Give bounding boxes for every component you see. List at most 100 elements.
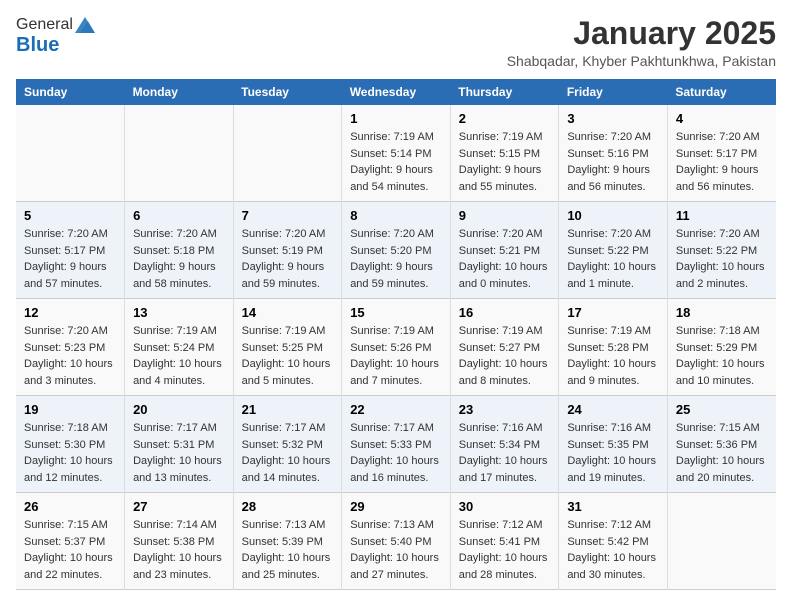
day-info-line: Sunrise: 7:20 AM [459,228,543,240]
day-info: Sunrise: 7:20 AMSunset: 5:20 PMDaylight:… [350,226,442,292]
day-header-saturday: Saturday [667,79,776,105]
day-header-sunday: Sunday [16,79,125,105]
week-row-5: 26Sunrise: 7:15 AMSunset: 5:37 PMDayligh… [16,493,776,590]
day-info-line: Sunrise: 7:20 AM [676,228,760,240]
day-info-line: Sunrise: 7:17 AM [350,422,434,434]
calendar-cell [233,105,342,202]
calendar-cell: 19Sunrise: 7:18 AMSunset: 5:30 PMDayligh… [16,396,125,493]
day-info: Sunrise: 7:17 AMSunset: 5:31 PMDaylight:… [133,420,225,486]
calendar-cell: 31Sunrise: 7:12 AMSunset: 5:42 PMDayligh… [559,493,668,590]
day-number: 5 [24,208,116,223]
days-header-row: SundayMondayTuesdayWednesdayThursdayFrid… [16,79,776,105]
day-info-line: Daylight: 9 hours [676,164,759,176]
day-info: Sunrise: 7:12 AMSunset: 5:42 PMDaylight:… [567,517,659,583]
calendar-cell: 13Sunrise: 7:19 AMSunset: 5:24 PMDayligh… [125,299,234,396]
day-info-line: Daylight: 10 hours [350,455,439,467]
day-info: Sunrise: 7:14 AMSunset: 5:38 PMDaylight:… [133,517,225,583]
day-info-line: Daylight: 9 hours [242,261,325,273]
day-info-line: Daylight: 9 hours [24,261,107,273]
day-info: Sunrise: 7:18 AMSunset: 5:30 PMDaylight:… [24,420,116,486]
calendar-cell: 14Sunrise: 7:19 AMSunset: 5:25 PMDayligh… [233,299,342,396]
day-info-line: Daylight: 10 hours [459,261,548,273]
day-number: 24 [567,402,659,417]
day-info: Sunrise: 7:16 AMSunset: 5:34 PMDaylight:… [459,420,551,486]
day-info-line: Sunset: 5:32 PM [242,439,323,451]
day-info: Sunrise: 7:17 AMSunset: 5:32 PMDaylight:… [242,420,334,486]
calendar-cell: 16Sunrise: 7:19 AMSunset: 5:27 PMDayligh… [450,299,559,396]
day-info-line: Sunset: 5:28 PM [567,342,648,354]
week-row-2: 5Sunrise: 7:20 AMSunset: 5:17 PMDaylight… [16,202,776,299]
day-number: 28 [242,499,334,514]
day-info-line: Daylight: 10 hours [242,455,331,467]
logo-blue-text: Blue [16,34,59,57]
calendar-title: January 2025 [507,16,776,51]
day-info-line: Sunset: 5:26 PM [350,342,431,354]
day-info-line: Sunrise: 7:18 AM [24,422,108,434]
day-info: Sunrise: 7:20 AMSunset: 5:23 PMDaylight:… [24,323,116,389]
day-info-line: Sunrise: 7:19 AM [133,325,217,337]
calendar-cell: 23Sunrise: 7:16 AMSunset: 5:34 PMDayligh… [450,396,559,493]
day-info: Sunrise: 7:20 AMSunset: 5:18 PMDaylight:… [133,226,225,292]
calendar-cell: 28Sunrise: 7:13 AMSunset: 5:39 PMDayligh… [233,493,342,590]
day-info-line: Sunrise: 7:13 AM [350,519,434,531]
day-info-line: Daylight: 10 hours [242,358,331,370]
day-info-line: Sunrise: 7:15 AM [24,519,108,531]
day-number: 27 [133,499,225,514]
day-info-line: Sunset: 5:23 PM [24,342,105,354]
day-info-line: Daylight: 10 hours [350,358,439,370]
calendar-cell: 9 Sunrise: 7:20 AMSunset: 5:21 PMDaylight… [450,202,559,299]
day-info-line: Sunset: 5:38 PM [133,536,214,548]
logo-icon [75,17,95,33]
day-info-line: Sunrise: 7:19 AM [350,325,434,337]
day-info-line: and 30 minutes. [567,569,645,581]
calendar-cell: 8Sunrise: 7:20 AMSunset: 5:20 PMDaylight… [342,202,451,299]
day-header-monday: Monday [125,79,234,105]
day-info: Sunrise: 7:18 AMSunset: 5:29 PMDaylight:… [676,323,768,389]
day-info-line: Daylight: 10 hours [567,455,656,467]
day-info-line: and 17 minutes. [459,472,537,484]
calendar-cell [125,105,234,202]
day-info-line: Sunset: 5:16 PM [567,148,648,160]
day-info-line: Sunset: 5:24 PM [133,342,214,354]
day-info: Sunrise: 7:20 AMSunset: 5:21 PMDaylight:… [459,226,551,292]
day-number: 21 [242,402,334,417]
day-number: 9 [459,208,551,223]
day-info-line: Daylight: 10 hours [676,455,765,467]
day-info-line: Sunset: 5:17 PM [676,148,757,160]
day-info-line: Sunrise: 7:16 AM [459,422,543,434]
day-info-line: Sunrise: 7:18 AM [676,325,760,337]
day-info-line: and 0 minutes. [459,278,531,290]
calendar-cell: 3Sunrise: 7:20 AMSunset: 5:16 PMDaylight… [559,105,668,202]
day-info-line: Daylight: 10 hours [133,455,222,467]
calendar-cell: 17Sunrise: 7:19 AMSunset: 5:28 PMDayligh… [559,299,668,396]
day-info: Sunrise: 7:19 AM Sunset: 5:26 PM Daylight:… [350,323,442,389]
calendar-cell: 21 Sunrise: 7:17 AMSunset: 5:32 PMDayligh… [233,396,342,493]
day-info-line: Sunrise: 7:20 AM [350,228,434,240]
day-info-line: Daylight: 9 hours [133,261,216,273]
day-info-line: Sunrise: 7:19 AM [350,131,434,143]
day-info: Sunrise: 7:20 AMSunset: 5:19 PMDaylight:… [242,226,334,292]
page-header: General Blue January 2025 Shabqadar, Khy… [16,16,776,69]
day-info-line: and 16 minutes. [350,472,428,484]
day-info-line: Sunset: 5:22 PM [676,245,757,257]
day-info-line: Sunset: 5:25 PM [242,342,323,354]
calendar-cell: 20Sunrise: 7:17 AMSunset: 5:31 PMDayligh… [125,396,234,493]
day-info-line: Daylight: 10 hours [676,358,765,370]
day-number: 22 [350,402,442,417]
day-info: Sunrise: 7:20 AMSunset: 5:17 PMDaylight:… [676,129,768,195]
day-info-line: Sunrise: 7:20 AM [24,228,108,240]
day-number: 15 [350,305,442,320]
day-info-line: Sunrise: 7:15 AM [676,422,760,434]
day-info-line: Daylight: 10 hours [242,552,331,564]
day-header-wednesday: Wednesday [342,79,451,105]
day-info-line: Daylight: 10 hours [567,261,656,273]
day-info-line: and 9 minutes. [567,375,639,387]
day-info-line: Sunrise: 7:16 AM [567,422,651,434]
day-number: 18 [676,305,768,320]
calendar-subtitle: Shabqadar, Khyber Pakhtunkhwa, Pakistan [507,53,776,69]
calendar-cell: 5Sunrise: 7:20 AMSunset: 5:17 PMDaylight… [16,202,125,299]
day-info-line: Sunrise: 7:12 AM [567,519,651,531]
day-info-line: Sunrise: 7:19 AM [567,325,651,337]
day-number: 12 [24,305,116,320]
day-info-line: and 20 minutes. [676,472,754,484]
